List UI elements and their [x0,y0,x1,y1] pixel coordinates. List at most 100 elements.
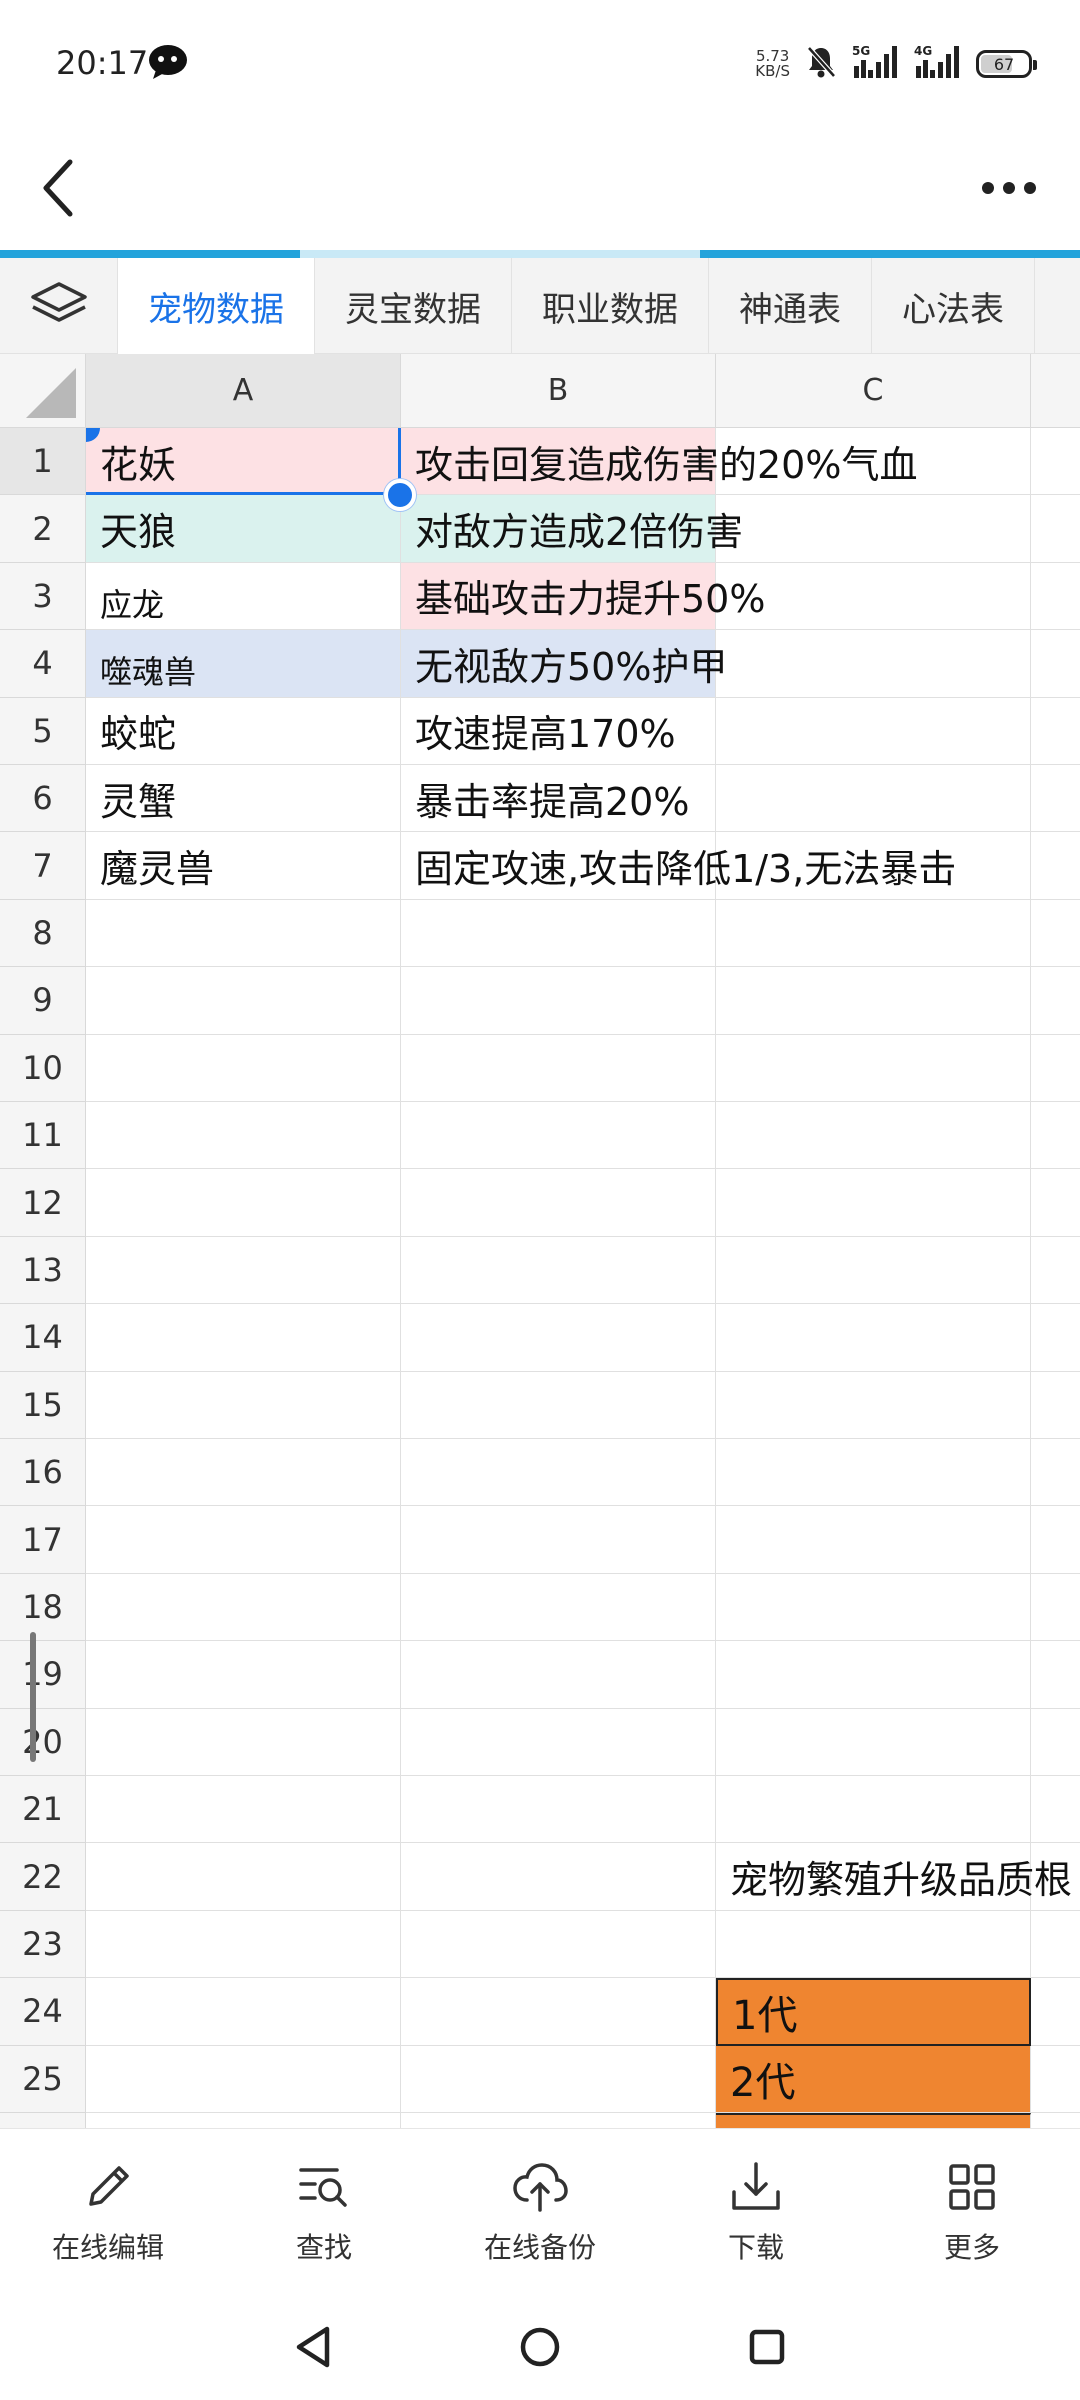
cell-a7[interactable]: 魔灵兽 [86,832,401,900]
cell-b9[interactable] [401,967,716,1035]
cell-b7[interactable]: 固定攻速,攻击降低1/3,无法暴击 [401,832,956,900]
cell-b18[interactable] [401,1573,716,1642]
cell-a26[interactable] [86,2113,401,2128]
cell-b1[interactable]: 攻击回复造成伤害的20%气血 [401,428,917,496]
cell-d13[interactable] [1031,1237,1080,1305]
cell-a25[interactable] [86,2045,401,2113]
cell-b19[interactable] [401,1641,716,1709]
cell-c10[interactable] [716,1034,1031,1102]
cell-d8[interactable] [1031,900,1080,968]
cell-a22[interactable] [86,1843,401,1911]
tab-method-table[interactable]: 心法表 [872,258,1035,354]
cell-d15[interactable] [1031,1372,1080,1439]
cell-a23[interactable] [86,1910,401,1979]
cell-a18[interactable] [86,1573,401,1642]
cell-a21[interactable] [86,1776,401,1844]
cell-b16[interactable] [401,1439,716,1507]
cell-a24[interactable] [86,1978,401,2046]
cell-a20[interactable] [86,1708,401,1776]
cell-a9[interactable] [86,967,401,1035]
cell-b3[interactable]: 基础攻击力提升50% [401,562,765,631]
cell-d17[interactable] [1031,1506,1080,1574]
cell-a13[interactable] [86,1236,401,1305]
cell-c14[interactable] [716,1304,1031,1372]
more-button[interactable]: 更多 [864,2129,1080,2295]
cell-b20[interactable] [401,1708,716,1776]
cell-b15[interactable] [401,1371,716,1439]
cell-b10[interactable] [401,1034,716,1102]
online-backup-button[interactable]: 在线备份 [432,2129,648,2295]
cell-a5[interactable]: 蛟蛇 [86,697,401,765]
cell-c4[interactable] [716,630,1031,698]
cell-c5[interactable] [716,697,1031,765]
cell-c8[interactable] [716,899,1031,968]
cell-a11[interactable] [86,1102,401,1170]
cell-d25[interactable] [1031,2046,1080,2113]
cell-a10[interactable] [86,1034,401,1102]
cell-c15[interactable] [716,1371,1031,1439]
cell-b2[interactable]: 对敌方造成2倍伤害 [401,495,743,563]
cell-d10[interactable] [1031,1035,1080,1102]
cell-b22[interactable] [401,1843,716,1911]
find-button[interactable]: 查找 [216,2129,432,2295]
cell-b8[interactable] [401,899,716,968]
nav-home-button[interactable] [510,2317,570,2377]
spreadsheet-grid[interactable]: A B C 1 2 3 4 5 6 7 8 9 10 11 12 13 14 15 16 17 18 19 20 21 2… [0,354,1080,2128]
cell-c21[interactable] [716,1776,1031,1844]
cell-c20[interactable] [716,1708,1031,1776]
cell-d21[interactable] [1031,1776,1080,1844]
cell-a16[interactable] [86,1439,401,1507]
cell-d14[interactable] [1031,1304,1080,1372]
tab-class-data[interactable]: 职业数据 [512,258,709,354]
cell-d11[interactable] [1031,1102,1080,1170]
cell-d12[interactable] [1031,1169,1080,1237]
cell-c11[interactable] [716,1102,1031,1170]
cell-a15[interactable] [86,1371,401,1439]
tab-skill-table[interactable]: 神通表 [709,258,872,354]
cell-c16[interactable] [716,1439,1031,1507]
cell-a17[interactable] [86,1506,401,1574]
cell-d23[interactable] [1031,1911,1080,1979]
cell-d4[interactable] [1031,630,1080,698]
cell-c13[interactable] [716,1236,1031,1305]
cell-b6[interactable]: 暴击率提高20% [401,765,716,833]
cell-a1[interactable]: 花妖 [86,428,401,496]
nav-recents-button[interactable] [737,2317,797,2377]
cell-a8[interactable] [86,899,401,968]
cell-b21[interactable] [401,1776,716,1844]
cell-c22[interactable]: 宠物繁殖升级品质根 [716,1843,1072,1911]
cell-d9[interactable] [1031,967,1080,1035]
back-button[interactable] [30,152,86,224]
cell-a3[interactable]: 应龙 [86,562,401,631]
nav-back-button[interactable] [283,2317,343,2377]
cell-b17[interactable] [401,1506,716,1574]
cell-d26[interactable] [1031,2113,1080,2128]
cell-b13[interactable] [401,1236,716,1305]
cell-b12[interactable] [401,1169,716,1237]
cell-b4[interactable]: 无视敌方50%护甲 [401,630,727,698]
more-options-button[interactable] [974,152,1044,224]
cell-b26[interactable] [401,2113,716,2128]
cell-a12[interactable] [86,1169,401,1237]
cell-b23[interactable] [401,1910,716,1979]
cell-c9[interactable] [716,967,1031,1035]
tab-pet-data[interactable]: 宠物数据 [118,258,315,354]
cell-d24[interactable] [1031,1978,1080,2046]
cell-d2[interactable] [1031,495,1080,563]
download-button[interactable]: 下载 [648,2129,864,2295]
cell-c19[interactable] [716,1641,1031,1709]
cell-d3[interactable] [1031,563,1080,631]
cell-a14[interactable] [86,1304,401,1372]
cell-d18[interactable] [1031,1574,1080,1642]
cell-b25[interactable] [401,2045,716,2113]
cell-a4[interactable]: 噬魂兽 [86,630,401,698]
cell-b14[interactable] [401,1304,716,1372]
cell-c23[interactable] [716,1910,1031,1979]
cell-a6[interactable]: 灵蟹 [86,765,401,833]
tab-treasure-data[interactable]: 灵宝数据 [315,258,512,354]
cell-c24[interactable]: 1代 [716,1978,1031,2046]
cell-b24[interactable] [401,1978,716,2046]
cell-b11[interactable] [401,1102,716,1170]
cell-c12[interactable] [716,1169,1031,1237]
cell-a19[interactable] [86,1641,401,1709]
